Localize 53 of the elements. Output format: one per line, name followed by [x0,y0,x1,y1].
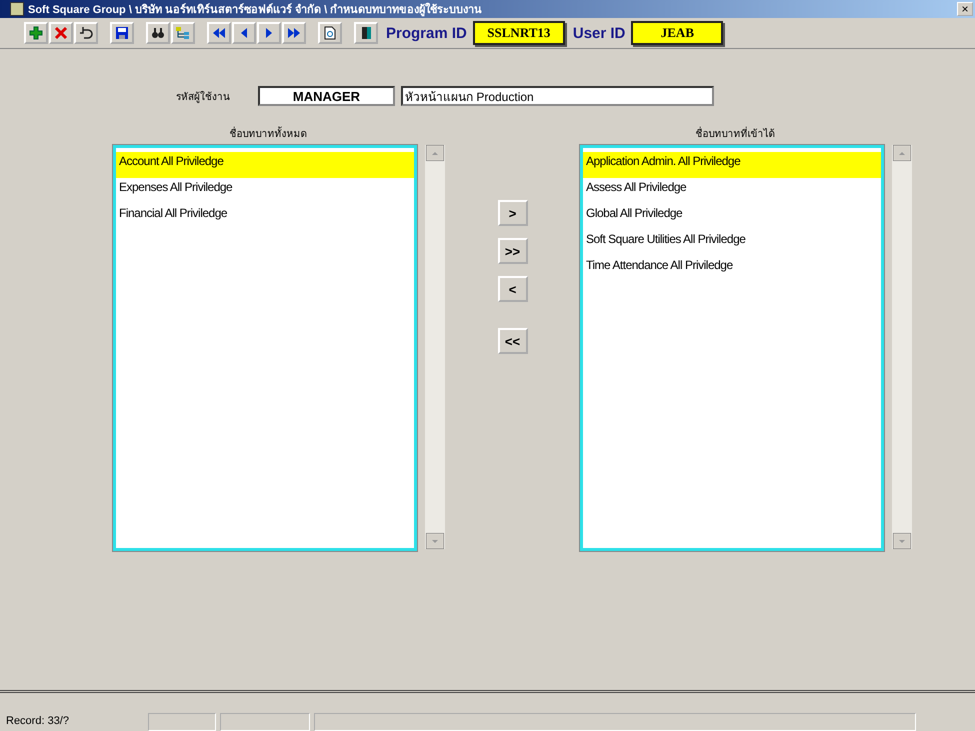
app-icon [10,2,24,16]
role-list-item[interactable]: Application Admin. All Priviledge [583,152,881,178]
record-counter: Record: 33/? [5,715,70,729]
scroll-up-button[interactable] [893,145,911,161]
exit-button[interactable] [354,22,378,44]
double-right-arrow-icon [287,27,301,39]
scroll-up-button[interactable] [426,145,444,161]
query-button[interactable] [171,22,195,44]
window-title: Soft Square Group \ บริษัท นอร์ทเทิร์นสตาร์ซอฟต์แวร์ จำกัด \ กำหนดบทบาทของผู้ใช้ระบบงาน [28,2,484,18]
role-list-item[interactable]: Global All Priviledge [583,204,881,230]
user-code-field[interactable]: MANAGER [258,86,395,106]
add-button[interactable] [24,22,48,44]
list-heading: ชื่อบทบาททั้งหมด [113,126,423,141]
list-heading: ชื่อบทบาทที่เข้าได้ [580,126,890,141]
user-id-label: User ID [572,24,626,42]
document-magnifier-icon [323,26,337,40]
scrollbar[interactable] [892,145,912,549]
next-record-button[interactable] [257,22,281,44]
plus-icon [29,26,43,40]
program-id-field: SSLNRT13 [472,21,565,45]
move-button[interactable]: < [498,276,528,302]
binoculars-icon [151,26,165,40]
last-record-button[interactable] [282,22,306,44]
program-id-label: Program ID [386,24,467,42]
scroll-down-button[interactable] [426,533,444,549]
delete-button[interactable] [49,22,73,44]
move-button[interactable]: > [498,200,528,226]
status-panel [148,713,216,731]
search-button[interactable] [146,22,170,44]
role-list-item[interactable]: Time Attendance All Priviledge [583,256,881,282]
first-record-button[interactable] [207,22,231,44]
close-button[interactable]: × [957,2,973,16]
scrollbar[interactable] [425,145,445,549]
double-left-arrow-icon [212,27,226,39]
role-list-item[interactable]: Soft Square Utilities All Priviledge [583,230,881,256]
previous-record-button[interactable] [232,22,256,44]
role-list-item[interactable]: Financial All Priviledge [116,204,414,230]
x-icon [54,26,68,40]
user-description-field[interactable]: หัวหน้าแผนก Production [401,86,714,106]
user-id-field: JEAB [631,21,724,45]
undo-button[interactable] [74,22,98,44]
door-icon [359,26,373,40]
role-list-item[interactable]: Assess All Priviledge [583,178,881,204]
tree-icon [175,26,191,40]
move-button[interactable]: >> [498,238,528,264]
save-button[interactable] [110,22,134,44]
scroll-down-button[interactable] [893,533,911,549]
user-code-label: รหัสผู้ใช้งาน [176,90,231,104]
move-button[interactable]: << [498,328,528,354]
role-list-item[interactable]: Account All Priviledge [116,152,414,178]
role-list-item[interactable]: Expenses All Priviledge [116,178,414,204]
print-preview-button[interactable] [318,22,342,44]
undo-icon [79,26,93,40]
